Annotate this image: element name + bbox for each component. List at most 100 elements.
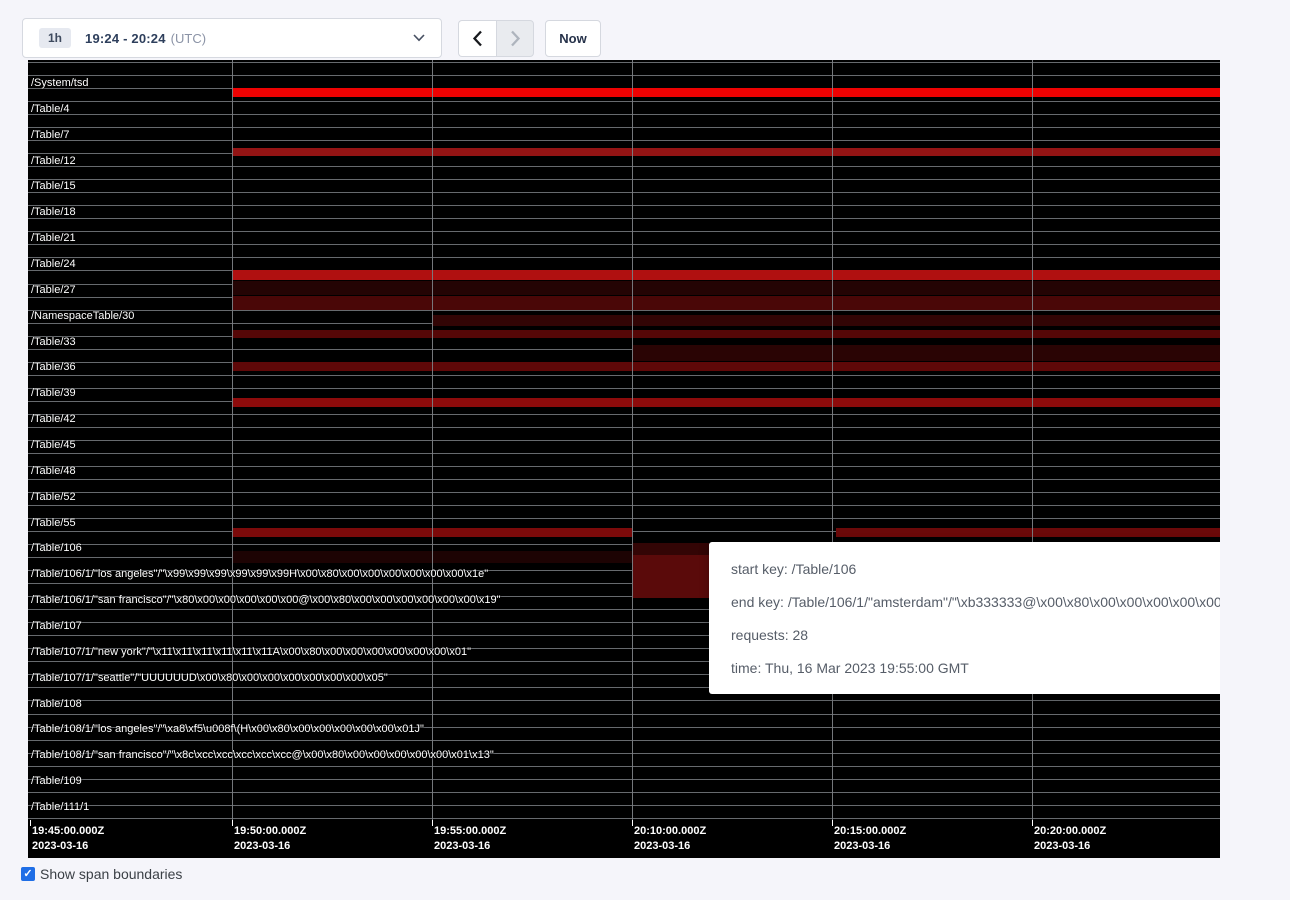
row-label: /Table/109 (31, 774, 82, 788)
heat-band[interactable] (632, 543, 709, 555)
tooltip-end-key: end key: /Table/106/1/"amsterdam"/"\xb33… (731, 586, 1220, 619)
row-label: /Table/108/1/"los angeles"/"\xa8\xf5\u00… (31, 722, 424, 736)
row-label: /Table/107/1/"seattle"/"UUUUUUD\x00\x80\… (31, 671, 388, 685)
axis-tick-label: 19:55:00.000Z2023-03-16 (434, 824, 506, 854)
heat-band[interactable] (232, 296, 1220, 310)
range-text: 19:24 - 20:24 (85, 31, 166, 46)
tooltip-requests: requests: 28 (731, 619, 1220, 652)
row-label: /Table/15 (31, 179, 76, 193)
heat-band[interactable] (232, 330, 1220, 338)
heat-band[interactable] (232, 398, 1220, 407)
axis-tick (832, 820, 833, 826)
span-boundary-line (28, 140, 1220, 141)
span-boundary-line (28, 440, 1220, 441)
axis-tick-label: 19:45:00.000Z2023-03-16 (32, 824, 104, 854)
axis-tick (1032, 820, 1033, 826)
show-span-boundaries-toggle[interactable]: ✓ Show span boundaries (21, 866, 182, 882)
row-label: /Table/36 (31, 360, 76, 374)
time-range-select[interactable]: 1h 19:24 - 20:24 (UTC) (22, 18, 442, 58)
axis-tick-label: 19:50:00.000Z2023-03-16 (234, 824, 306, 854)
row-label: /Table/107 (31, 619, 82, 633)
span-boundary-line (28, 257, 1220, 258)
span-boundary-line (28, 375, 1220, 376)
span-boundary-line (28, 700, 1220, 701)
span-boundary-line (28, 388, 1220, 389)
prev-range-button[interactable] (458, 20, 496, 57)
checkbox-checked-icon[interactable]: ✓ (21, 867, 35, 881)
span-boundary-line (28, 492, 1220, 493)
row-label: /Table/106 (31, 541, 82, 555)
row-label: /Table/45 (31, 438, 76, 452)
span-boundary-line (28, 518, 1220, 519)
row-label: /Table/108 (31, 697, 82, 711)
span-boundary-line (28, 818, 1220, 819)
span-boundary-line (28, 75, 1220, 76)
row-label: /Table/4 (31, 102, 70, 116)
axis-tick (432, 820, 433, 826)
heat-band[interactable] (632, 555, 709, 598)
axis-tick (30, 820, 31, 826)
time-gridline (632, 60, 633, 820)
tooltip-start-key: start key: /Table/106 (731, 553, 1220, 586)
range-nav-group (458, 20, 534, 57)
row-label: /Table/21 (31, 231, 76, 245)
chevron-left-icon (472, 30, 483, 47)
span-boundary-line (28, 505, 1220, 506)
span-boundary-line (28, 179, 1220, 180)
span-boundary-line (28, 218, 1220, 219)
time-toolbar: 1h 19:24 - 20:24 (UTC) Now (0, 0, 1290, 60)
row-label: /Table/33 (31, 335, 76, 349)
axis-tick-label: 20:15:00.000Z2023-03-16 (834, 824, 906, 854)
range-timezone: (UTC) (171, 31, 206, 46)
row-label: /Table/108/1/"san francisco"/"\x8c\xcc\x… (31, 748, 494, 762)
time-gridline (832, 60, 833, 820)
span-boundary-line (28, 231, 1220, 232)
row-label: /Table/27 (31, 283, 76, 297)
row-label: /Table/111/1 (31, 800, 89, 814)
heat-band[interactable] (232, 362, 1220, 371)
span-boundary-line (28, 427, 1220, 428)
span-boundary-line (28, 792, 1220, 793)
time-gridline (432, 60, 433, 820)
tooltip-time: time: Thu, 16 Mar 2023 19:55:00 GMT (731, 652, 1220, 685)
span-boundary-line (28, 166, 1220, 167)
span-boundary-line (28, 714, 1220, 715)
row-label: /Table/106/1/"san francisco"/"\x80\x00\x… (31, 593, 501, 607)
span-boundary-line (28, 127, 1220, 128)
range-duration-badge: 1h (39, 28, 71, 48)
key-visualizer[interactable]: start key: /Table/106 end key: /Table/10… (28, 60, 1220, 858)
chevron-down-icon (413, 34, 425, 42)
span-boundary-line (28, 205, 1220, 206)
heat-band[interactable] (632, 345, 1220, 361)
chevron-right-icon (510, 30, 521, 47)
row-label: /Table/52 (31, 490, 76, 504)
span-boundary-line (28, 740, 1220, 741)
span-boundary-line (28, 766, 1220, 767)
span-boundary-line (28, 114, 1220, 115)
row-label: /Table/48 (31, 464, 76, 478)
row-label: /Table/107/1/"new york"/"\x11\x11\x11\x1… (31, 645, 471, 659)
span-boundary-line (28, 466, 1220, 467)
heat-band[interactable] (836, 528, 1220, 537)
time-gridline (1032, 60, 1033, 820)
checkbox-label: Show span boundaries (40, 866, 182, 882)
heat-band[interactable] (232, 270, 1220, 280)
span-boundary-line (28, 244, 1220, 245)
span-boundary-line (28, 414, 1220, 415)
span-boundary-line (28, 805, 1220, 806)
row-label: /Table/24 (31, 257, 76, 271)
row-label: /Table/39 (31, 386, 76, 400)
row-label: /Table/42 (31, 412, 76, 426)
heat-band[interactable] (232, 148, 1220, 156)
now-button[interactable]: Now (545, 20, 601, 57)
axis-tick (632, 820, 633, 826)
row-label: /System/tsd (31, 76, 88, 90)
heat-band[interactable] (432, 315, 1220, 326)
row-label: /Table/18 (31, 205, 76, 219)
span-boundary-line (28, 779, 1220, 780)
next-range-button[interactable] (496, 20, 534, 57)
heat-band[interactable] (232, 281, 1220, 295)
row-label: /Table/12 (31, 154, 76, 168)
heat-band[interactable] (232, 88, 1220, 97)
row-label: /Table/106/1/"los angeles"/"\x99\x99\x99… (31, 567, 488, 581)
